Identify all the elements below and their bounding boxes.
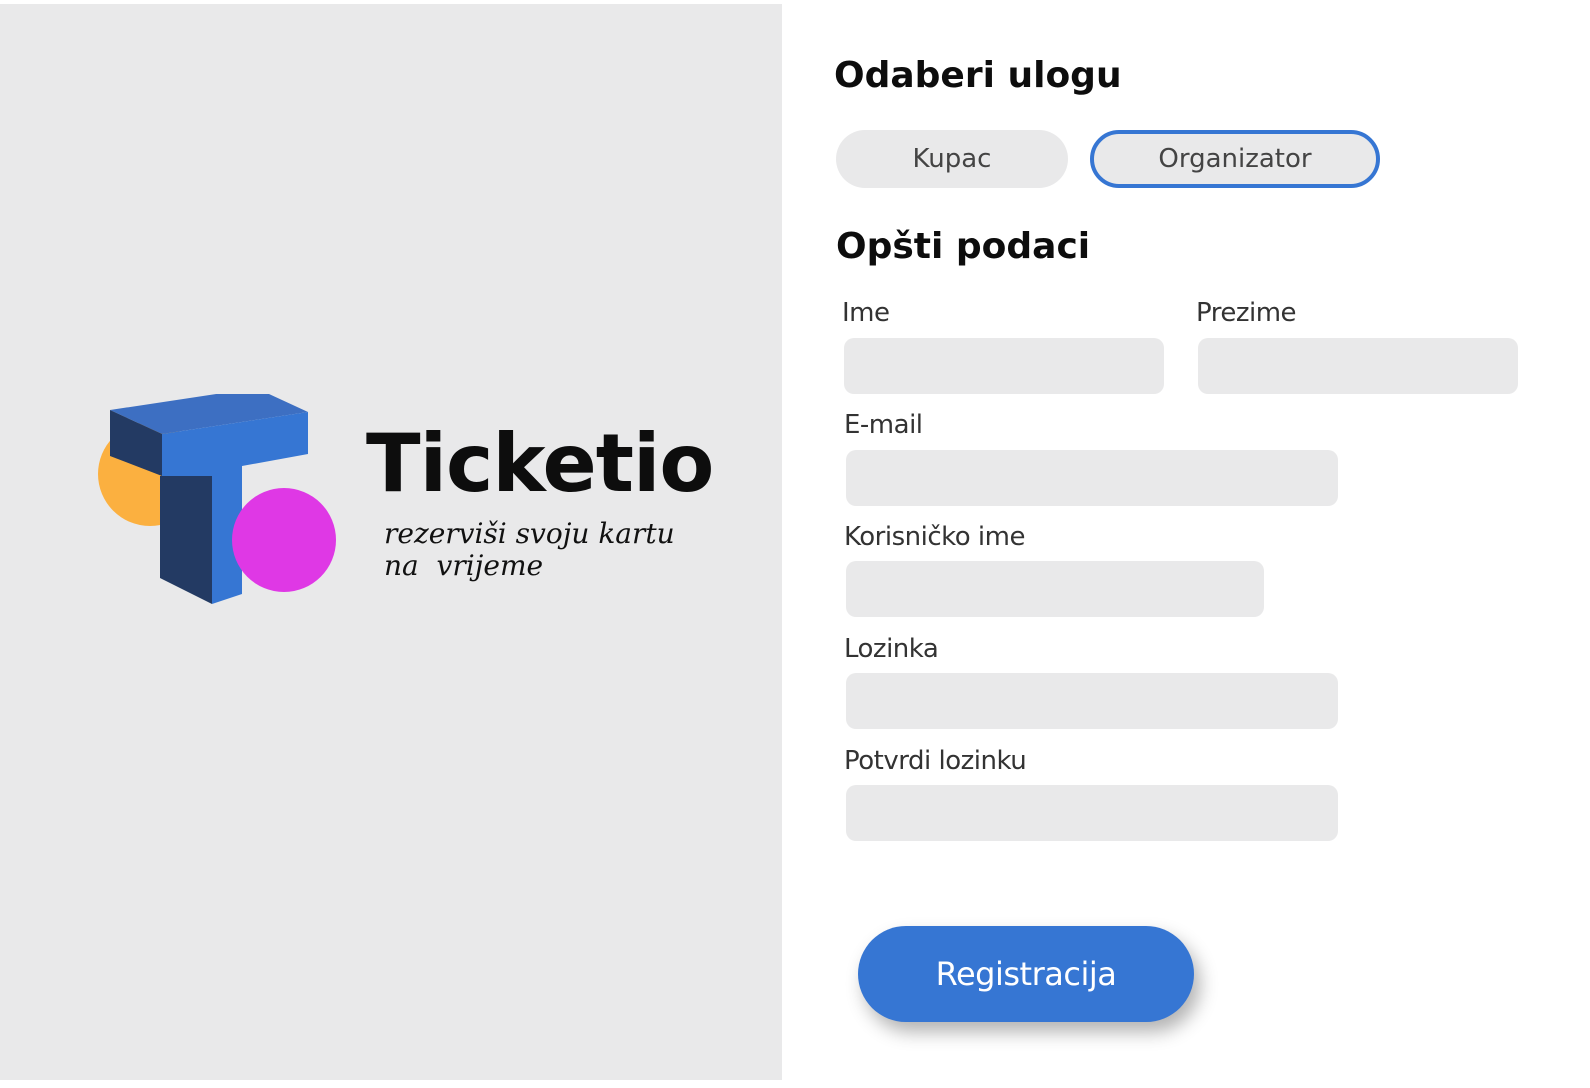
register-button[interactable]: Registracija xyxy=(858,926,1194,1022)
password-label: Lozinka xyxy=(844,634,939,664)
brand-name: Ticketio xyxy=(366,417,714,510)
role-organizator-button[interactable]: Organizator xyxy=(1090,130,1380,188)
confirm-password-input[interactable] xyxy=(846,785,1338,841)
password-input[interactable] xyxy=(846,673,1338,729)
role-section-title: Odaberi ulogu xyxy=(834,55,1122,96)
last-name-input[interactable] xyxy=(1198,338,1518,394)
last-name-label: Prezime xyxy=(1196,298,1297,328)
ticketio-logo-icon xyxy=(98,394,336,604)
logo-t-stem-side xyxy=(160,476,212,604)
confirm-password-label: Potvrdi lozinku xyxy=(844,746,1027,776)
tagline-line-2: na vrijeme xyxy=(384,549,544,582)
email-input[interactable] xyxy=(846,450,1338,506)
brand-panel: Ticketio rezerviši svoju kartu na vrijem… xyxy=(0,4,782,1080)
first-name-input[interactable] xyxy=(844,338,1164,394)
first-name-label: Ime xyxy=(842,298,890,328)
username-label: Korisničko ime xyxy=(844,522,1025,552)
username-input[interactable] xyxy=(846,561,1264,617)
logo-magenta-circle xyxy=(232,488,336,592)
general-section-title: Opšti podaci xyxy=(836,226,1091,267)
brand-tagline: rezerviši svoju kartu na vrijeme xyxy=(384,518,724,582)
tagline-line-1: rezerviši svoju kartu xyxy=(384,517,675,550)
email-label: E-mail xyxy=(844,410,923,440)
role-kupac-button[interactable]: Kupac xyxy=(836,130,1068,188)
